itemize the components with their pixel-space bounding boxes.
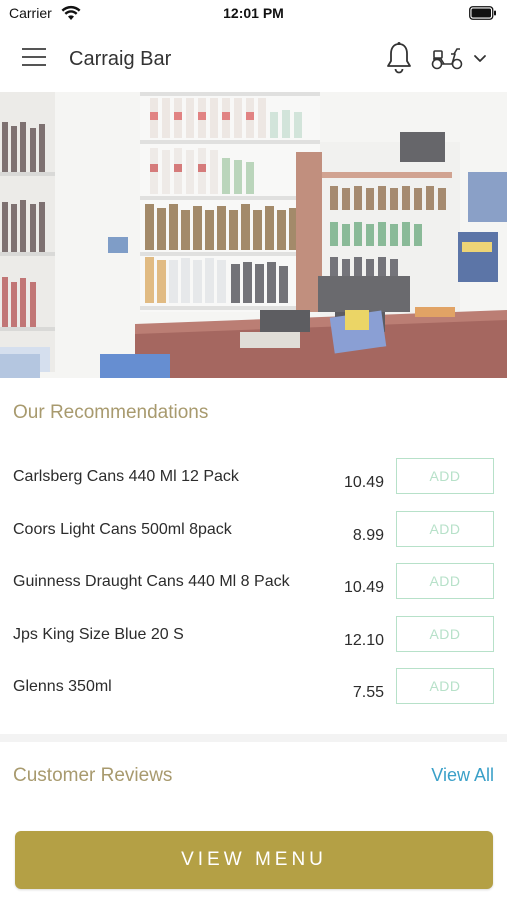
product-name: Guinness Draught Cans 440 Ml 8 Pack (13, 573, 290, 590)
page-title: Carraig Bar (69, 48, 172, 70)
product-name: Glenns 350ml (13, 678, 112, 695)
reviews-title: Customer Reviews (13, 765, 173, 786)
view-menu-button[interactable]: VIEW MENU (15, 831, 493, 889)
product-price: 10.49 (343, 579, 384, 596)
recommendations-title: Our Recommendations (13, 402, 209, 423)
product-price: 12.10 (343, 632, 384, 649)
list-item: Glenns 350ml 7.55 ADD (0, 668, 507, 730)
product-price: 8.99 (352, 527, 384, 544)
add-button[interactable]: ADD (396, 668, 494, 704)
clock-time: 12:01 PM (223, 5, 284, 21)
app-header: Carraig Bar (0, 28, 507, 92)
chevron-down-icon[interactable] (472, 52, 488, 64)
product-price: 10.49 (343, 474, 384, 491)
product-name: Jps King Size Blue 20 S (13, 626, 184, 643)
scooter-icon[interactable] (430, 45, 464, 71)
product-name: Coors Light Cans 500ml 8pack (13, 521, 232, 538)
status-bar: Carrier 12:01 PM (0, 0, 507, 28)
product-price: 7.55 (352, 684, 384, 701)
menu-icon[interactable] (22, 48, 48, 70)
battery-icon (469, 6, 496, 20)
add-button[interactable]: ADD (396, 563, 494, 599)
add-button[interactable]: ADD (396, 511, 494, 547)
hero-store-image (0, 92, 507, 378)
add-button[interactable]: ADD (396, 458, 494, 494)
view-all-link[interactable]: View All (431, 765, 494, 786)
product-name: Carlsberg Cans 440 Ml 12 Pack (13, 468, 239, 485)
add-button[interactable]: ADD (396, 616, 494, 652)
section-divider (0, 734, 507, 742)
bell-icon[interactable] (385, 41, 413, 75)
